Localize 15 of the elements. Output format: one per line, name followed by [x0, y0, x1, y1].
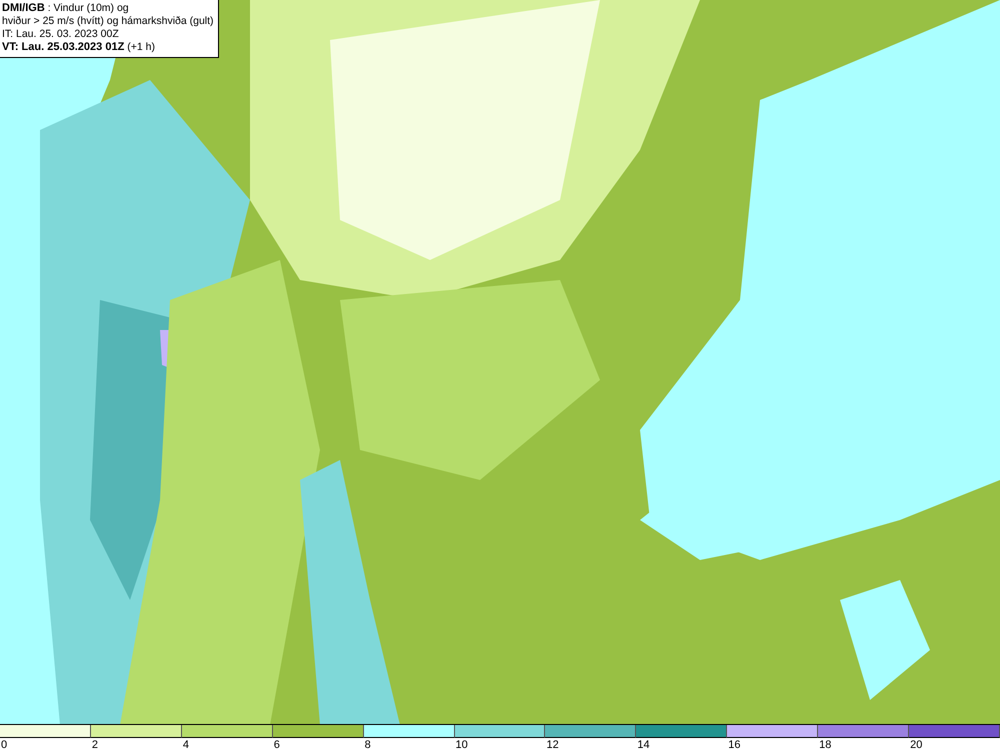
legend-tick: 0: [0, 738, 8, 752]
legend-tick: 10: [454, 738, 468, 752]
title-line: IT: Lau. 25. 03. 2023 00Z: [2, 28, 120, 41]
title-line: hviður > 25 m/s (hvítt) og hámarkshviða (gult): [2, 15, 214, 28]
legend-tick: 4: [182, 738, 189, 752]
legend-tick: 12: [545, 738, 559, 752]
title-line: DMI/IGB : Vindur (10m) og: [2, 2, 130, 15]
legend-tick: 2: [90, 738, 98, 752]
legend-tick: 6: [272, 738, 280, 752]
legend-tick: 8: [364, 738, 371, 752]
legend-tick: 14: [636, 738, 650, 752]
title-line: VT: Lau. 25.03.2023 01Z (+1 h): [2, 41, 156, 54]
legend-tick: 18: [818, 738, 832, 752]
legend-tick: 16: [727, 738, 741, 752]
legend-tick: 20: [909, 738, 922, 752]
